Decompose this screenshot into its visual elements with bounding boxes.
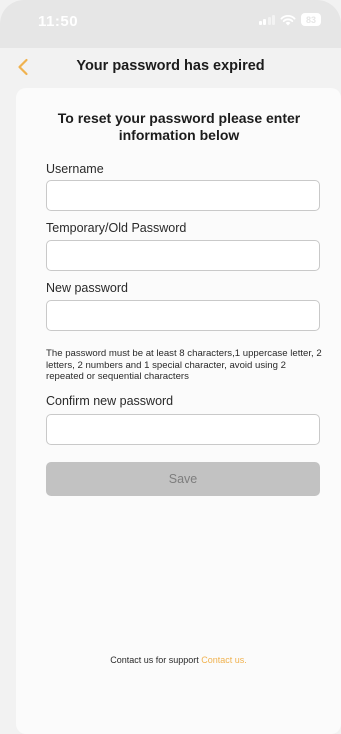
reset-password-form: To reset your password please enter info… [16,88,341,734]
new-password-label: New password [46,281,128,295]
old-password-label: Temporary/Old Password [46,221,187,235]
save-button[interactable]: Save [46,462,320,496]
username-label: Username [46,162,104,176]
status-time: 11:50 [38,13,79,30]
username-input[interactable] [46,180,320,211]
confirm-password-label: Confirm new password [46,394,174,408]
form-heading: To reset your password please enter info… [57,110,301,143]
new-password-input[interactable] [46,300,320,331]
old-password-input[interactable] [46,240,320,271]
cellular-signal-icon [258,14,275,25]
support-line: Contact us for support Contact us. [16,655,341,665]
nav-bar: Your password has expired [0,48,341,86]
support-text: Contact us for support [110,655,199,665]
page-title: Your password has expired [76,58,265,74]
status-bar: 11:50 83 [0,0,341,48]
password-requirements: The password must be at least 8 characte… [46,348,322,382]
contact-us-link[interactable]: Contact us. [201,655,247,665]
status-icons: 83 [258,13,321,26]
wifi-icon [280,14,296,25]
battery-icon: 83 [301,13,321,26]
confirm-password-input[interactable] [46,414,320,445]
